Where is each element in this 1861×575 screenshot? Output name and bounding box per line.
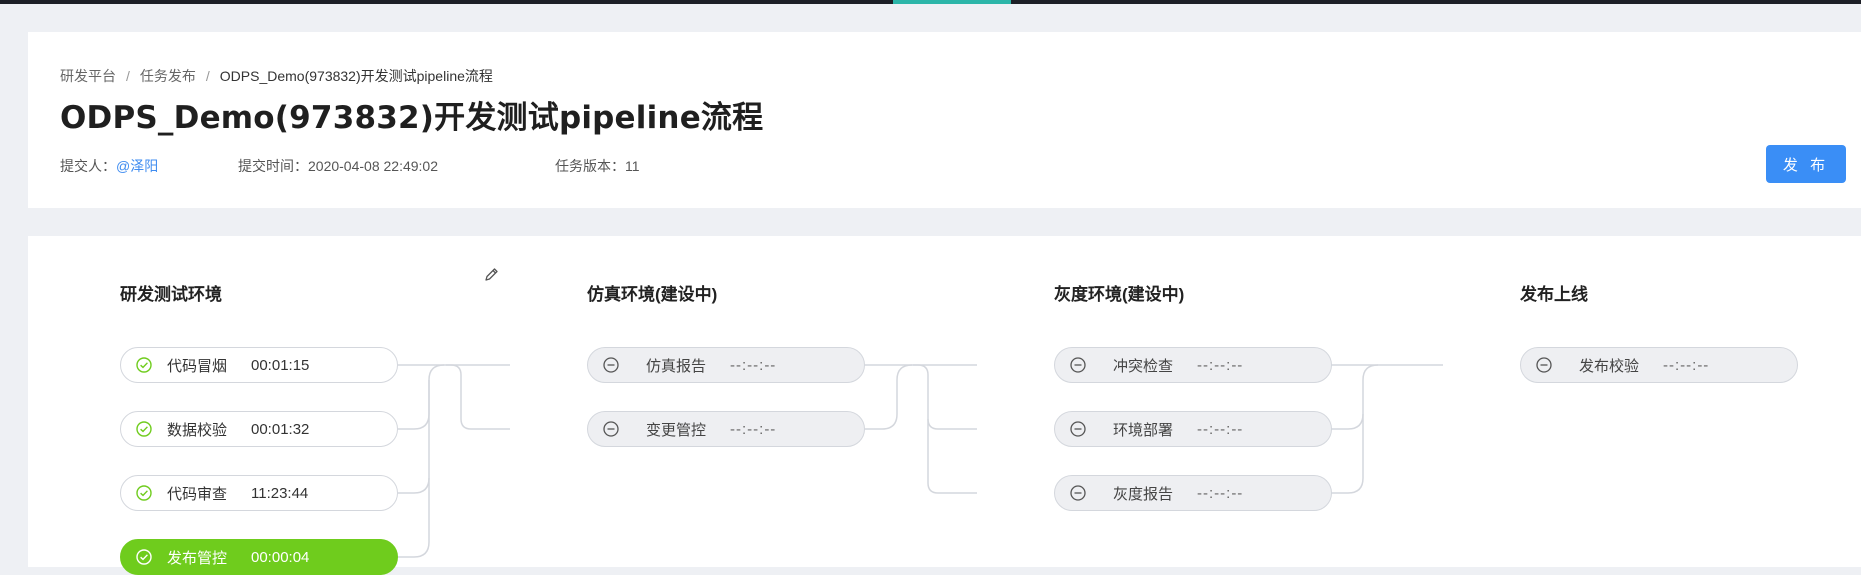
job-name: 代码冒烟 bbox=[167, 357, 228, 375]
job-card-change-control[interactable]: 变更管控 --:--:-- bbox=[587, 411, 865, 447]
job-card-release-control[interactable]: 发布管控 00:00:04 bbox=[120, 539, 398, 575]
breadcrumb-current: ODPS_Demo(973832)开发测试pipeline流程 bbox=[219, 68, 493, 84]
minus-circle-icon bbox=[1070, 357, 1086, 373]
job-duration: --:--:-- bbox=[1663, 356, 1710, 374]
submit-time-info: 提交时间：2020-04-08 22:49:02 bbox=[238, 156, 438, 176]
job-card-gray-report[interactable]: 灰度报告 --:--:-- bbox=[1054, 475, 1332, 511]
breadcrumb-separator: / bbox=[126, 68, 130, 84]
submit-time-label: 提交时间： bbox=[238, 158, 308, 174]
active-tab-indicator bbox=[893, 0, 1011, 4]
edit-pencil-icon[interactable] bbox=[482, 266, 500, 284]
job-duration: --:--:-- bbox=[730, 356, 777, 374]
job-duration: --:--:-- bbox=[1197, 484, 1244, 502]
submitter-info: 提交人：@泽阳 bbox=[60, 156, 158, 176]
job-card-code-smoke[interactable]: 代码冒烟 00:01:15 bbox=[120, 347, 398, 383]
job-name: 发布校验 bbox=[1579, 357, 1640, 375]
minus-circle-icon bbox=[1536, 357, 1552, 373]
job-card-env-deploy[interactable]: 环境部署 --:--:-- bbox=[1054, 411, 1332, 447]
stage-title-dev-test: 研发测试环境 bbox=[120, 285, 222, 304]
job-name: 变更管控 bbox=[646, 421, 707, 439]
publish-button[interactable]: 发 布 bbox=[1766, 145, 1846, 183]
job-name: 环境部署 bbox=[1113, 421, 1174, 439]
job-duration: 11:23:44 bbox=[251, 484, 309, 502]
submitter-link[interactable]: @泽阳 bbox=[116, 158, 158, 174]
job-name: 仿真报告 bbox=[646, 357, 707, 375]
job-card-release-check[interactable]: 发布校验 --:--:-- bbox=[1520, 347, 1798, 383]
job-card-data-validation[interactable]: 数据校验 00:01:32 bbox=[120, 411, 398, 447]
page-title: ODPS_Demo(973832)开发测试pipeline流程 bbox=[60, 100, 764, 136]
breadcrumb-separator: / bbox=[205, 68, 210, 84]
check-circle-icon bbox=[136, 357, 152, 373]
stage-title-gray-release: 灰度环境(建设中) bbox=[1054, 285, 1185, 304]
stage-title-simulation: 仿真环境(建设中) bbox=[587, 285, 718, 304]
job-name: 冲突检查 bbox=[1113, 357, 1174, 375]
job-card-simulation-report[interactable]: 仿真报告 --:--:-- bbox=[587, 347, 865, 383]
minus-circle-icon bbox=[1070, 485, 1086, 501]
job-duration: --:--:-- bbox=[730, 420, 777, 438]
top-bar bbox=[0, 0, 1861, 4]
job-duration: 00:01:15 bbox=[251, 356, 310, 374]
stage-title-go-live: 发布上线 bbox=[1520, 285, 1588, 304]
pipeline-board: 研发测试环境 仿真环境(建设中) 灰度环境(建设中) 发布上线 代码冒烟 00:… bbox=[28, 236, 1861, 575]
job-name: 代码审查 bbox=[167, 485, 228, 503]
job-name: 数据校验 bbox=[167, 421, 228, 439]
task-version-label: 任务版本： bbox=[555, 158, 625, 174]
job-duration: --:--:-- bbox=[1197, 356, 1244, 374]
breadcrumb-item-task-publish[interactable]: 任务发布 bbox=[140, 68, 196, 84]
job-card-code-review[interactable]: 代码审查 11:23:44 bbox=[120, 475, 398, 511]
minus-circle-icon bbox=[603, 357, 619, 373]
job-duration: 00:01:32 bbox=[251, 420, 310, 438]
submit-time-value: 2020-04-08 22:49:02 bbox=[308, 158, 438, 174]
check-circle-icon bbox=[136, 421, 152, 437]
minus-circle-icon bbox=[603, 421, 619, 437]
task-version-info: 任务版本：11 bbox=[555, 156, 640, 176]
breadcrumb: 研发平台 / 任务发布 / ODPS_Demo(973832)开发测试pipeline流… bbox=[60, 66, 493, 86]
job-name: 发布管控 bbox=[167, 549, 228, 567]
job-name: 灰度报告 bbox=[1113, 485, 1174, 503]
job-duration: 00:00:04 bbox=[251, 548, 310, 566]
job-duration: --:--:-- bbox=[1197, 420, 1244, 438]
minus-circle-icon bbox=[1070, 421, 1086, 437]
check-circle-icon bbox=[136, 549, 152, 565]
check-circle-icon bbox=[136, 485, 152, 501]
breadcrumb-item-platform[interactable]: 研发平台 bbox=[60, 68, 116, 84]
task-header: 研发平台 / 任务发布 / ODPS_Demo(973832)开发测试pipeline流… bbox=[28, 32, 1861, 208]
submitter-label: 提交人： bbox=[60, 158, 116, 174]
job-card-conflict-check[interactable]: 冲突检查 --:--:-- bbox=[1054, 347, 1332, 383]
task-version-value: 11 bbox=[625, 158, 640, 174]
